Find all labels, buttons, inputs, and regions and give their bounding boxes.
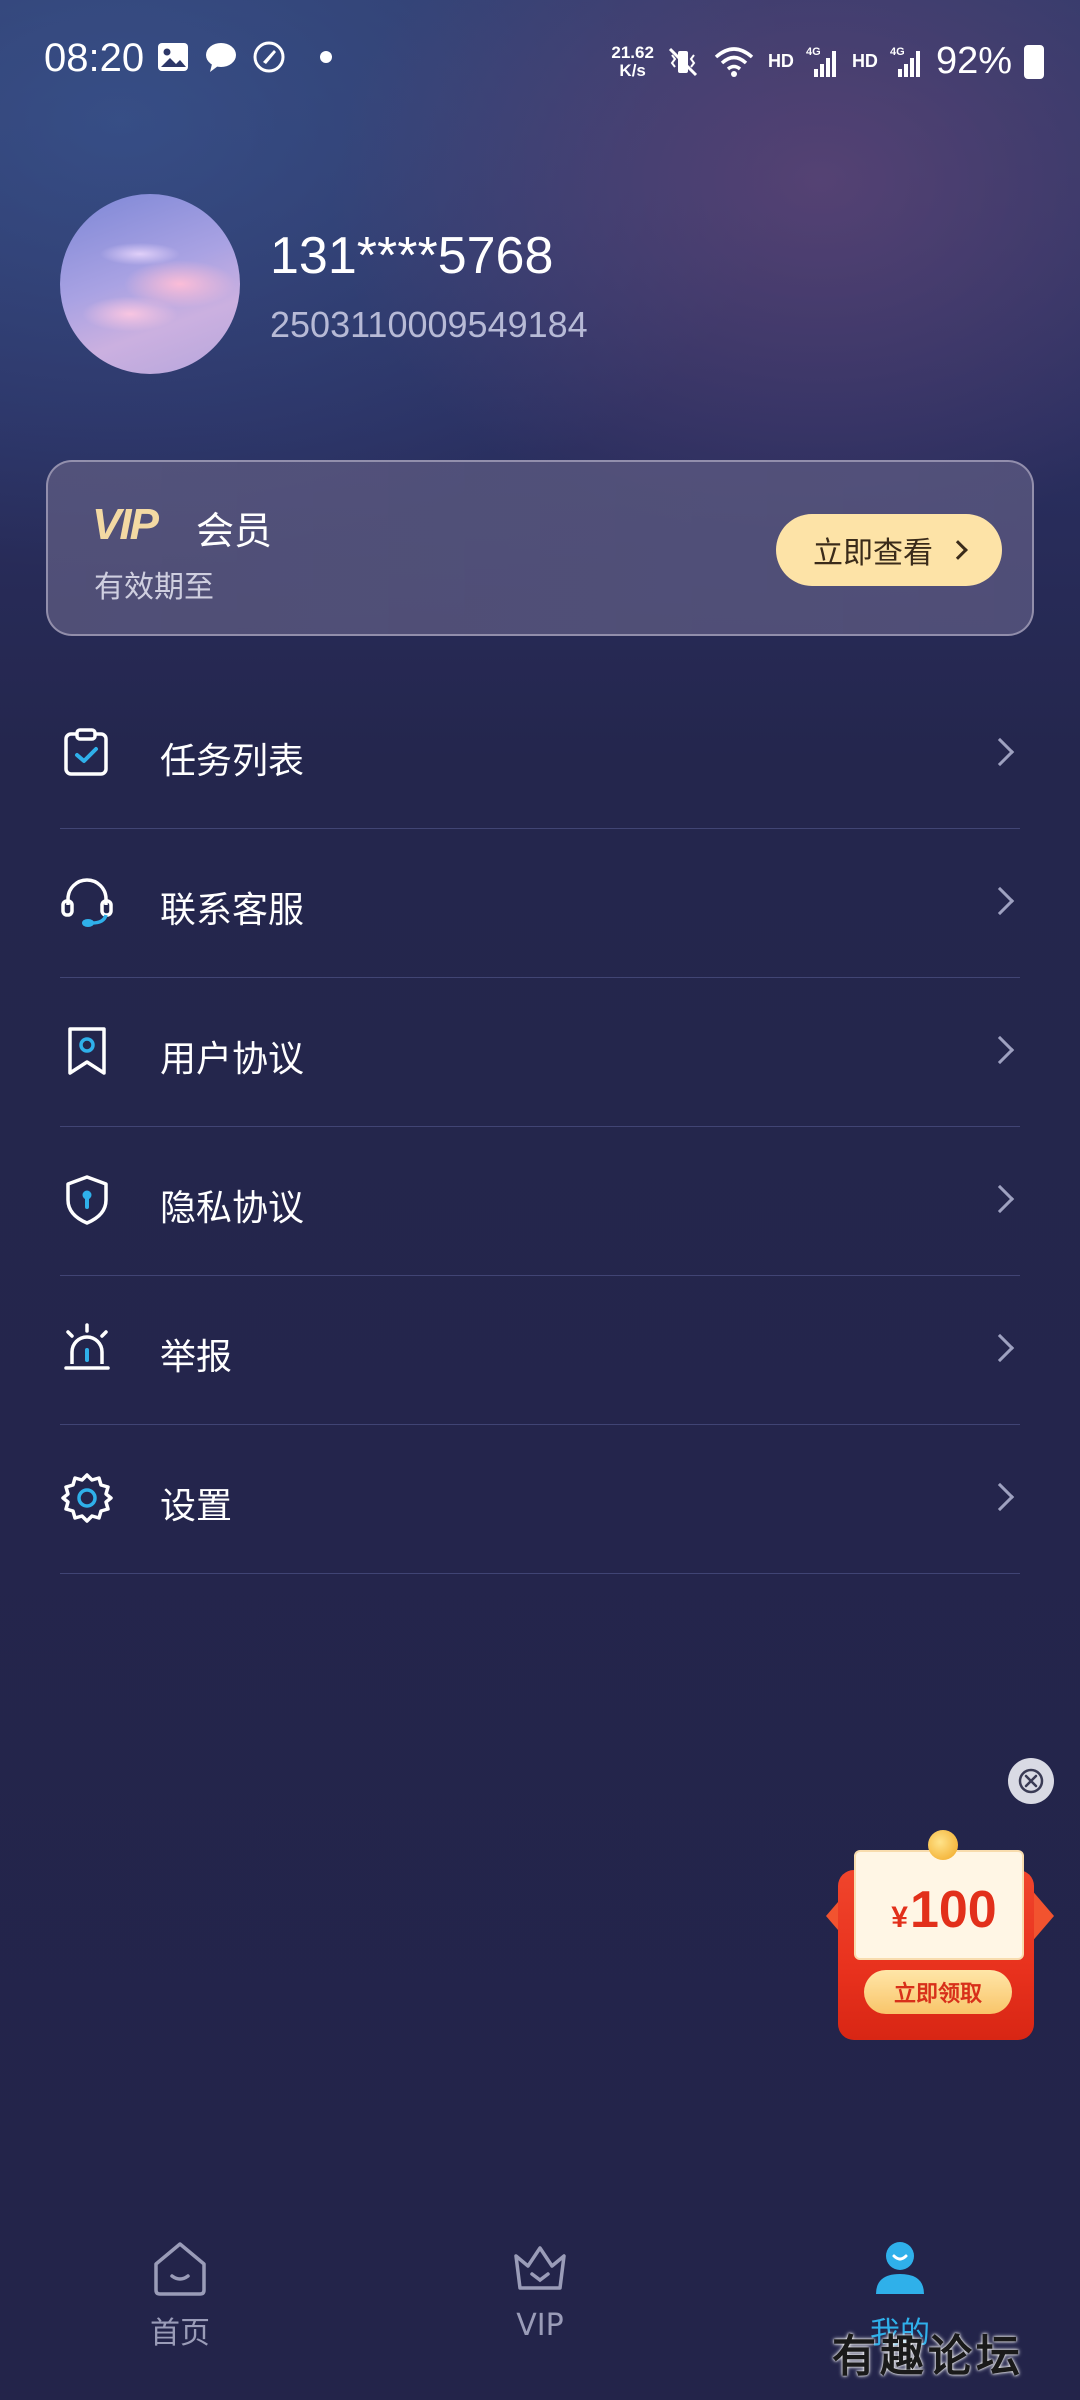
forum-watermark: 有趣论坛 [832,2331,1024,2382]
network-speed-value: 21.62 [611,42,654,62]
menu-item-label: 隐私协议 [160,1188,305,1229]
crown-icon [514,2246,566,2290]
nav-tab-home[interactable]: 首页 [80,2236,280,2352]
more-notifications-dot [320,51,332,63]
alarm-icon [64,1323,110,1370]
vip-view-button[interactable]: 立即查看 [776,514,1002,586]
vip-expiry-label: 有效期至 [94,570,214,605]
promo-close-button[interactable] [1008,1758,1054,1804]
promo-amount-value: 100 [909,1881,997,1939]
close-icon [1018,1768,1044,1794]
status-bar: 08:20 21.62 K/s HD 4G HD 4G 92% [0,0,1080,120]
menu-item-label: 举报 [160,1337,233,1378]
menu-item-label: 任务列表 [160,741,305,782]
vip-view-button-label: 立即查看 [813,536,933,571]
coin-icon [928,1830,958,1860]
nav-tab-label: 首页 [150,2316,210,2351]
vip-title: 会员 [196,509,273,553]
menu-item-settings[interactable]: 设置 [60,1425,1020,1574]
task-clipboard-icon [64,728,108,776]
signal-icon-1: 4G [806,46,836,77]
menu-item-label: 联系客服 [160,890,305,931]
menu-item-customer-service[interactable]: 联系客服 [60,829,1020,978]
user-phone: 131****5768 [270,227,554,285]
chevron-right-icon [985,1184,1015,1214]
promo-claim-button[interactable]: 立即领取 [864,1970,1012,2014]
promo-amount: ¥100 [864,1880,1024,1940]
hd-badge-2: HD [851,51,878,71]
bookmark-icon [68,1027,106,1075]
menu-item-task-list[interactable]: 任务列表 [60,680,1020,829]
battery-level: 92% [935,40,1012,82]
chevron-right-icon [985,1035,1015,1065]
network-speed: 21.62 K/s [611,42,654,80]
chevron-right-icon [985,1333,1015,1363]
user-icon [876,2242,924,2294]
vip-logo: VIP [92,500,159,549]
signal-icon-2: 4G [890,46,920,77]
chevron-right-icon [985,737,1015,767]
shield-icon [66,1175,108,1225]
red-envelope-promo[interactable]: ¥100 立即领取 [826,1830,1054,2040]
user-id: 2503110009549184 [270,304,588,345]
notification-icons [156,40,332,74]
menu-item-user-agreement[interactable]: 用户协议 [60,978,1020,1127]
chevron-right-icon [985,886,1015,916]
menu-list: 任务列表 联系客服 用户协议 隐私协议 举报 设置 [60,680,1020,1574]
svg-text:4G: 4G [806,46,821,58]
hd-badge-1: HD [767,51,794,71]
battery-icon [1024,44,1044,79]
promo-currency: ¥ [891,1901,908,1934]
message-icon [206,43,236,72]
status-time: 08:20 [44,36,145,80]
nav-tab-vip[interactable]: VIP [440,2236,640,2343]
menu-item-privacy-agreement[interactable]: 隐私协议 [60,1127,1020,1276]
chevron-right-icon [948,540,968,560]
vibrate-mute-icon [668,47,697,76]
avatar[interactable] [60,194,240,374]
gear-icon [61,1473,113,1523]
nav-tab-label: VIP [516,2308,564,2343]
vip-card[interactable]: VIP 会员 有效期至 立即查看 [46,460,1034,636]
headset-icon [61,878,113,927]
menu-item-label: 用户协议 [160,1039,305,1080]
system-icons: 21.62 K/s HD 4G HD 4G 92% [611,40,1044,83]
gallery-icon [158,43,188,71]
wifi-icon [714,46,754,77]
chevron-right-icon [985,1482,1015,1512]
menu-item-label: 设置 [160,1486,233,1527]
menu-item-report[interactable]: 举报 [60,1276,1020,1425]
home-icon [154,2242,206,2296]
svg-text:4G: 4G [890,46,905,58]
speed-app-icon [253,41,285,73]
network-speed-unit: K/s [619,60,646,80]
